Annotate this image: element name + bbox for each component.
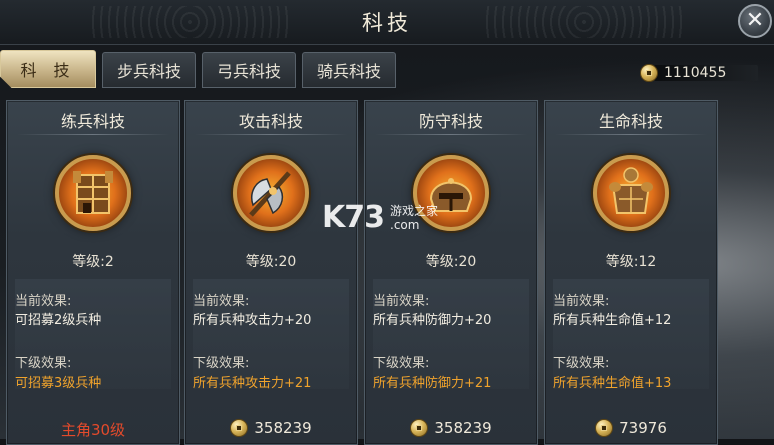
tech-card-defense[interactable]: 防守科技 等级:20 当前效果: 所有兵种防御力+20 下级效果: 所有兵种防御… <box>364 100 538 445</box>
coin-icon <box>230 419 249 437</box>
current-effect-value: 所有兵种生命值+12 <box>553 313 672 328</box>
level-text: 等级:20 <box>425 254 477 270</box>
upgrade-cost: 358239 <box>185 419 357 437</box>
current-effect-value: 可招募2级兵种 <box>15 313 102 328</box>
card-title: 防守科技 <box>418 112 483 131</box>
tech-card-training[interactable]: 练兵科技 等级:2 当前效果: 可招募2级兵种 下级效果: 可招募3级兵种 主角… <box>6 100 180 445</box>
tab-cavalry-tech[interactable]: 骑兵科技 <box>302 52 397 88</box>
tab-infantry-tech[interactable]: 步兵科技 <box>102 52 197 88</box>
card-title: 攻击科技 <box>238 112 303 131</box>
tech-card-attack[interactable]: 攻击科技 等级:20 当前效果: 所有兵种攻击力+20 下级效果: 所有兵种攻击… <box>184 100 358 445</box>
current-effect-label: 当前效果: <box>373 294 430 309</box>
currency-display: 1110455 <box>640 63 760 83</box>
level-text: 等级:20 <box>245 254 297 270</box>
watermark-logo: K73 游戏之家 .com <box>322 200 438 235</box>
current-effect-label: 当前效果: <box>553 294 610 309</box>
page-title: 科技 <box>362 11 412 35</box>
requirement-text: 主角30级 <box>60 421 126 439</box>
watermark-line2: .com <box>390 217 420 232</box>
tab-tech[interactable]: 科 技 <box>0 50 96 88</box>
divider <box>375 134 527 135</box>
current-effect-label: 当前效果: <box>15 294 72 309</box>
tab-archer-tech[interactable]: 弓兵科技 <box>202 52 297 88</box>
next-effect-value: 可招募3级兵种 <box>15 376 102 391</box>
tech-card-health[interactable]: 生命科技 等级:12 当前效果: 所有兵种生命值+12 下级效果: 所有兵种生命… <box>544 100 718 445</box>
watermark-line1: 游戏之家 <box>390 203 439 218</box>
level-text: 等级:12 <box>605 254 657 270</box>
coin-icon <box>595 419 614 437</box>
next-effect-label: 下级效果: <box>193 356 250 371</box>
tab-bar: 科 技 步兵科技 弓兵科技 骑兵科技 <box>0 50 402 90</box>
battle-axe-icon <box>233 155 309 231</box>
next-effect-value: 所有兵种生命值+13 <box>553 376 672 391</box>
armor-icon <box>593 155 669 231</box>
current-effect-label: 当前效果: <box>193 294 250 309</box>
level-text: 等级:2 <box>72 254 114 270</box>
cost-amount: 73976 <box>619 419 667 437</box>
title-bar: 科技 ✕ <box>0 0 774 45</box>
next-effect-value: 所有兵种攻击力+21 <box>193 376 312 391</box>
currency-amount: 1110455 <box>664 65 727 81</box>
cost-amount: 358239 <box>254 419 312 437</box>
next-effect-label: 下级效果: <box>15 356 72 371</box>
next-effect-label: 下级效果: <box>553 356 610 371</box>
close-icon[interactable]: ✕ <box>738 4 772 38</box>
coin-icon <box>410 419 429 437</box>
divider <box>17 134 169 135</box>
upgrade-requirement: 主角30级 <box>7 419 179 440</box>
upgrade-cost: 358239 <box>365 419 537 437</box>
card-title: 练兵科技 <box>60 112 125 131</box>
divider <box>195 134 347 135</box>
upgrade-cost: 73976 <box>545 419 717 437</box>
watermark-mark: K73 <box>322 200 385 235</box>
next-effect-value: 所有兵种防御力+21 <box>373 376 492 391</box>
coin-icon <box>640 64 658 82</box>
watermark-text: 游戏之家 .com <box>390 204 438 232</box>
training-fortress-icon <box>55 155 131 231</box>
divider <box>555 134 707 135</box>
current-effect-value: 所有兵种攻击力+20 <box>193 313 312 328</box>
card-title: 生命科技 <box>598 112 663 131</box>
next-effect-label: 下级效果: <box>373 356 430 371</box>
current-effect-value: 所有兵种防御力+20 <box>373 313 492 328</box>
cost-amount: 358239 <box>434 419 492 437</box>
